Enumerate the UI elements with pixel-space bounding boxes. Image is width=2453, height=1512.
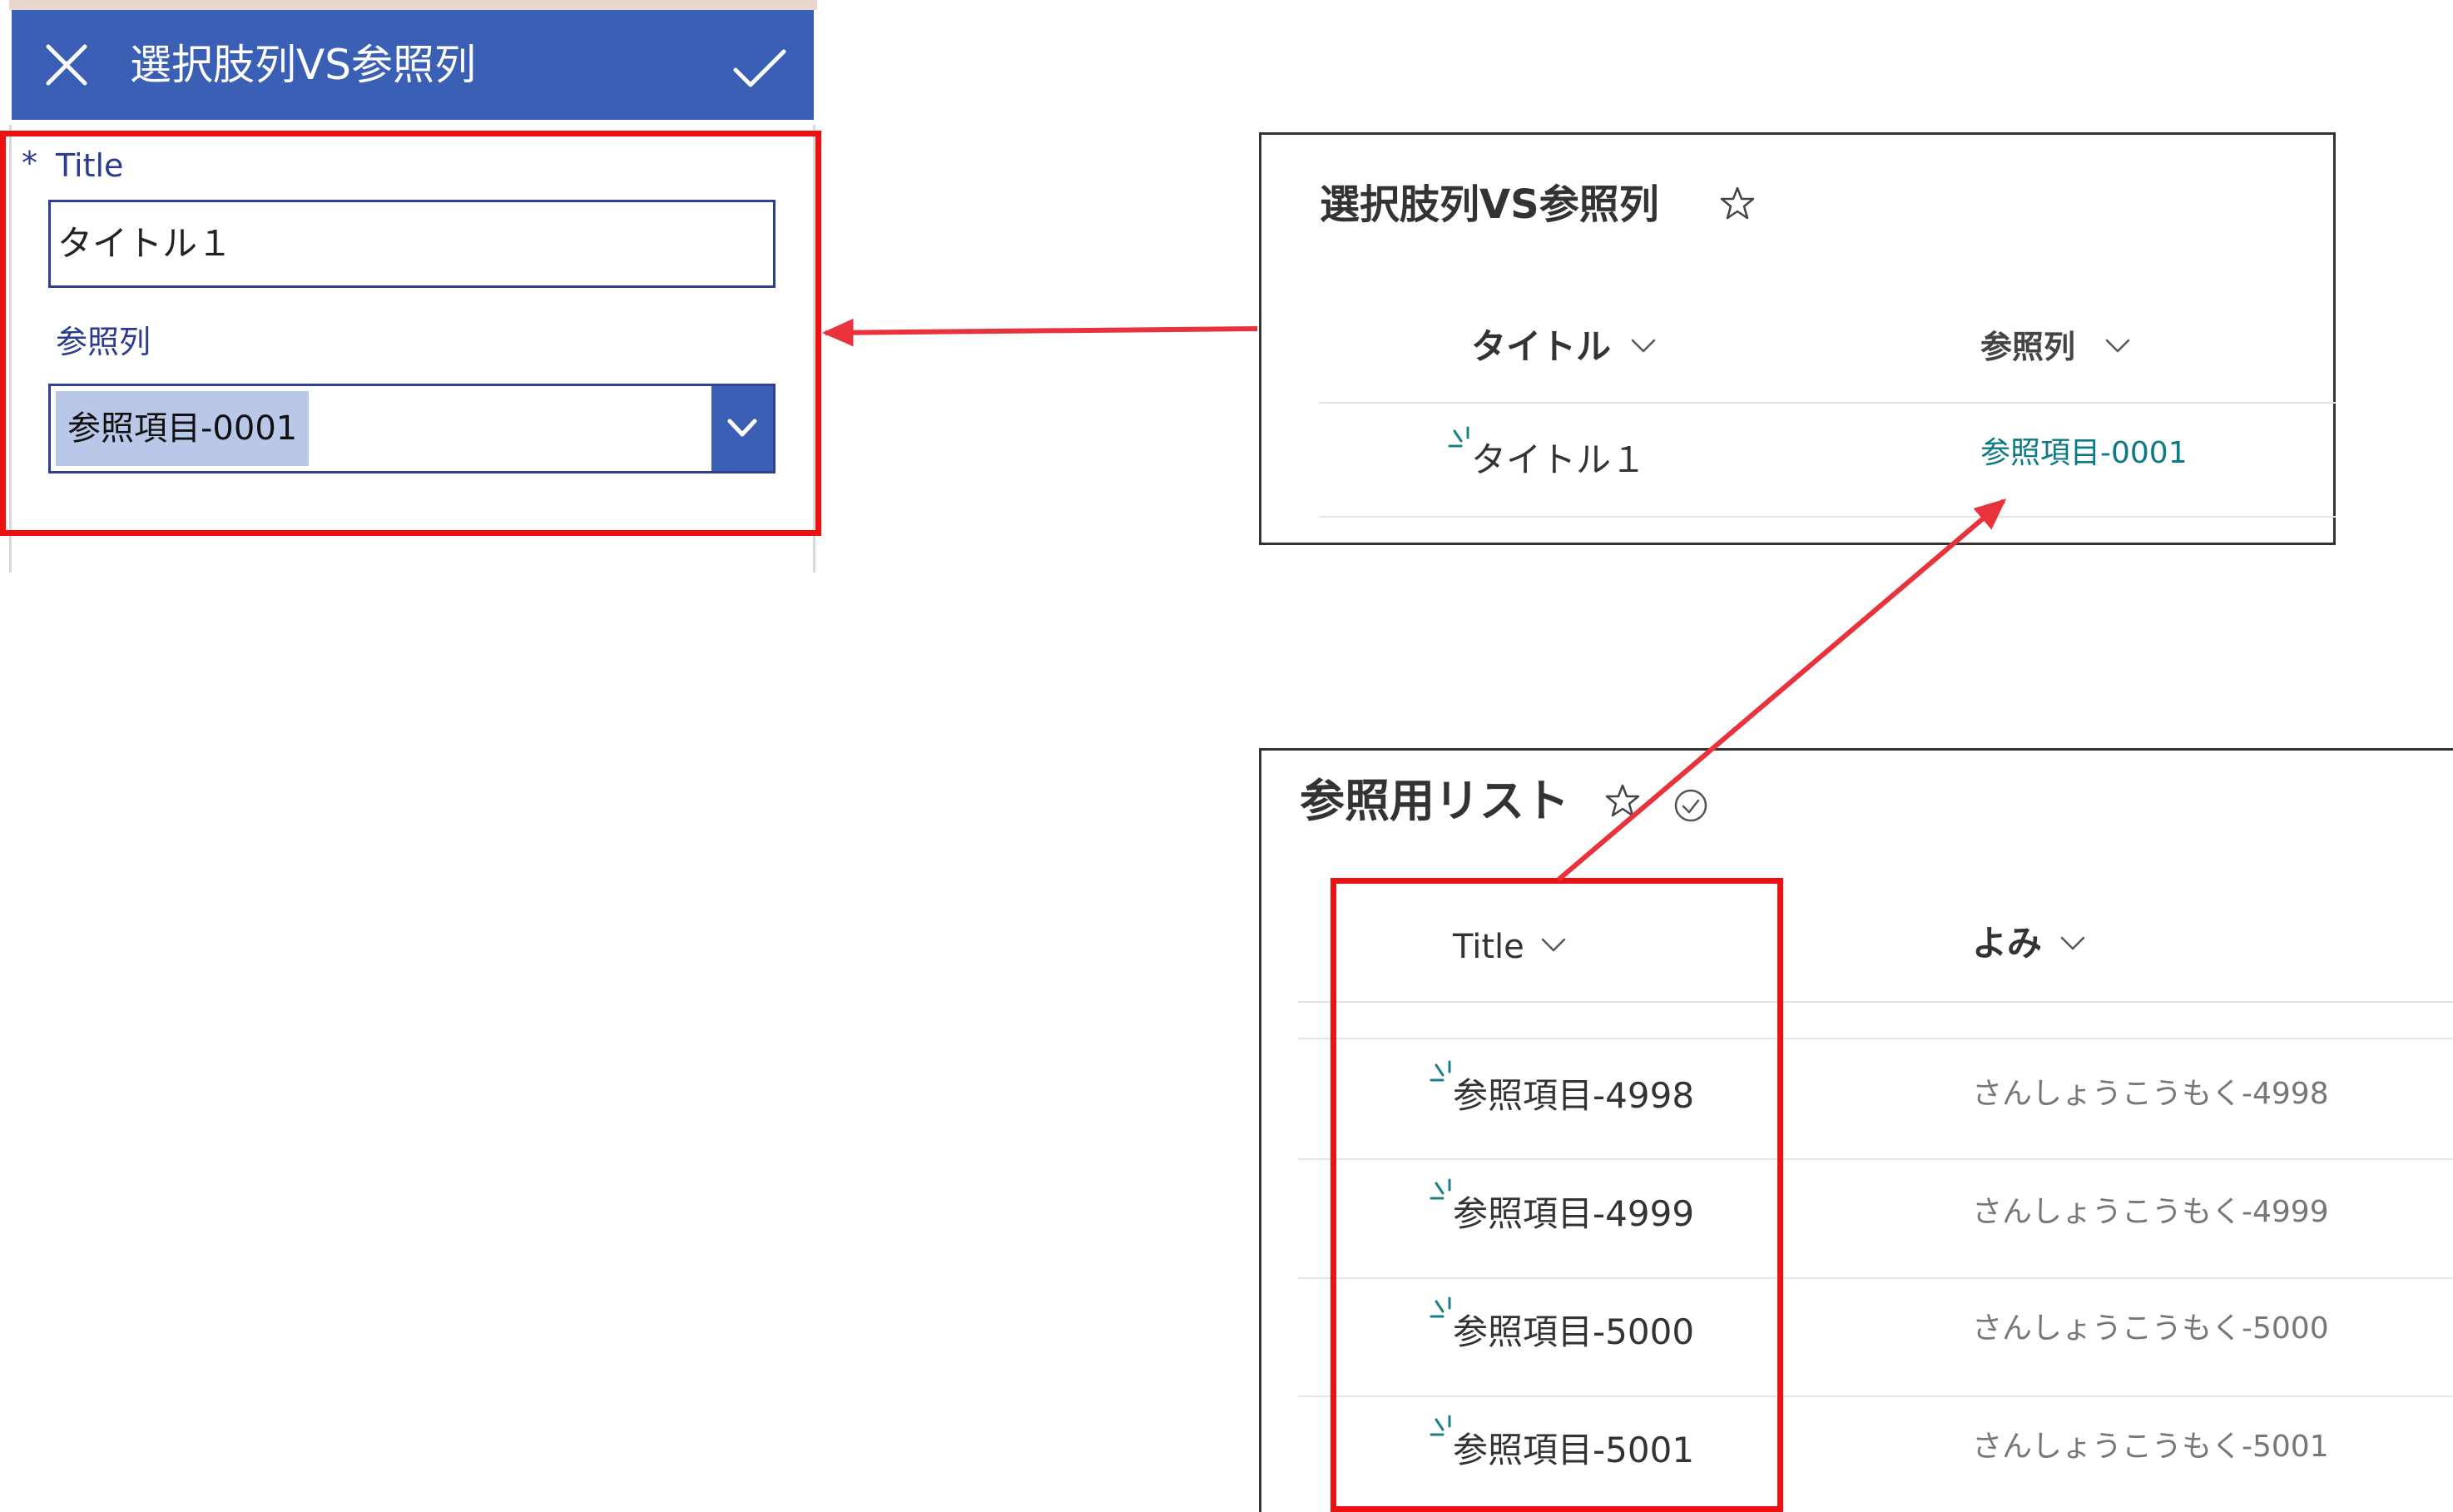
chevron-down-icon[interactable] [2059, 934, 2087, 954]
main-list-header-divider [1319, 402, 2336, 404]
main-list-row-title[interactable]: タイトル１ [1471, 438, 1646, 483]
form-highlight-box [0, 131, 821, 536]
main-list-row-lookup-link[interactable]: 参照項目-0001 [1980, 433, 2188, 474]
screenshot-canvas: 選択肢列VS参照列 * Title タイトル１ 参照列 参照項目-0001 選択… [0, 0, 2453, 1512]
star-outline-icon[interactable] [1604, 782, 1641, 819]
ref-list-row-yomi: さんしょうこうもく-5000 [1972, 1311, 2329, 1346]
main-list-row-divider [1319, 516, 2336, 518]
checkmark-icon[interactable] [732, 47, 787, 90]
ref-list-title: 参照用リスト [1300, 775, 1569, 827]
ref-list-col-yomi[interactable]: よみ [1972, 920, 2042, 967]
form-top-strip [9, 0, 817, 10]
check-circle-icon[interactable] [1672, 787, 1709, 824]
form-header: 選択肢列VS参照列 [12, 10, 814, 120]
chevron-down-icon[interactable] [2104, 336, 2132, 356]
arrow-list-to-form [821, 318, 1258, 347]
ref-list-row-yomi: さんしょうこうもく-4999 [1972, 1195, 2329, 1229]
ref-list-row-yomi: さんしょうこうもく-4998 [1972, 1077, 2329, 1111]
ref-list-title-column-highlight [1331, 878, 1783, 1512]
new-item-sparkle-icon [1448, 426, 1469, 448]
ref-list-row-yomi: さんしょうこうもく-5001 [1972, 1430, 2329, 1464]
chevron-down-icon[interactable] [1629, 336, 1658, 356]
star-outline-icon[interactable] [1719, 185, 1756, 221]
main-list-col-title[interactable]: タイトル [1471, 325, 1611, 369]
main-list-col-lookup[interactable]: 参照列 [1980, 326, 2075, 368]
form-title: 選択肢列VS参照列 [130, 41, 476, 89]
main-list-title: 選択肢列VS参照列 [1320, 181, 1659, 228]
close-icon[interactable] [43, 42, 90, 88]
